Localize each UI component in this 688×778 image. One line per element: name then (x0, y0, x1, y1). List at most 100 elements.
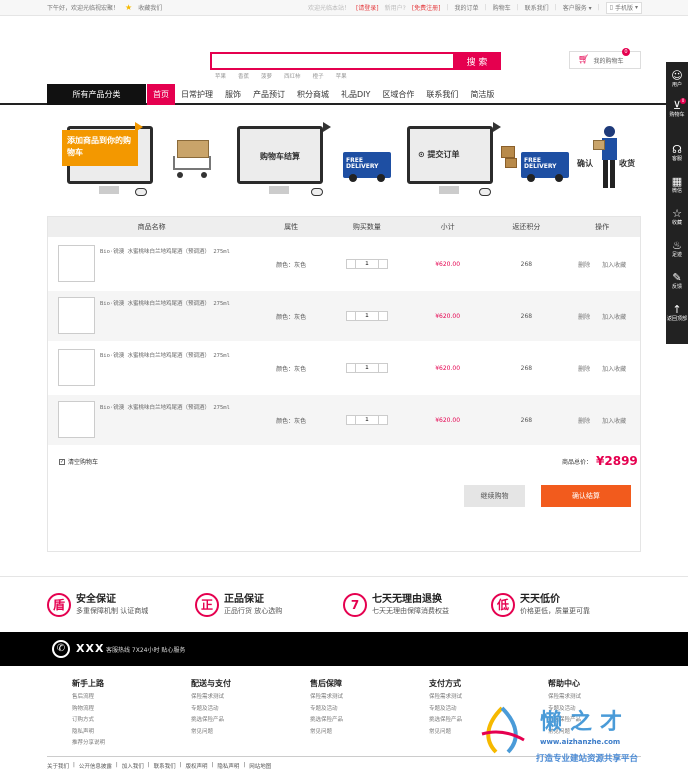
cart-link[interactable]: 购物车 (493, 3, 511, 12)
add-favorite-button[interactable]: 加入收藏 (602, 312, 626, 321)
nav-item-points-mall[interactable]: 积分商城 (291, 84, 335, 105)
nav-items: 首页 日常护理 服饰 产品预订 积分商城 礼品DIY 区域合作 联系我们 简洁版 (147, 84, 500, 105)
footer-link[interactable]: 购物流程 (72, 704, 191, 716)
clear-cart-control[interactable]: ✓ 清空购物车 (59, 457, 98, 466)
quantity-input[interactable] (355, 259, 378, 269)
nav-item-contact[interactable]: 联系我们 (420, 84, 464, 105)
mouse-icon (135, 188, 147, 196)
nav-item-daily-care[interactable]: 日常护理 (175, 84, 219, 105)
quantity-stepper (327, 363, 407, 373)
search-button[interactable]: 搜 索 (453, 52, 501, 70)
footer-link[interactable]: 保险需求测试 (191, 692, 310, 704)
my-orders-link[interactable]: 我的订单 (455, 3, 479, 12)
header-cart-button[interactable]: 🛒︎ 我的购物车 0 (569, 48, 641, 69)
sidebar-back-to-top[interactable]: ↑ 返回顶部 (666, 304, 688, 323)
increase-button[interactable] (377, 415, 388, 425)
total-label: 商品总价： (562, 458, 593, 466)
product-name[interactable]: Bio·锐澳 水蜜桃味白兰地鸡尾酒（预调酒） 275ml (100, 247, 230, 255)
product-name[interactable]: Bio·锐澳 水蜜桃味白兰地鸡尾酒（预调酒） 275ml (100, 299, 230, 307)
nav-item-preorder[interactable]: 产品预订 (247, 84, 291, 105)
delete-button[interactable]: 删除 (578, 364, 590, 373)
footer-link[interactable]: 隐私声明 (72, 727, 191, 739)
hot-keyword[interactable]: 菠萝 (261, 72, 272, 80)
add-favorite-button[interactable]: 加入收藏 (602, 364, 626, 373)
footer-bottom-link[interactable]: 隐私声明 (217, 762, 239, 770)
guarantee-item: 7 七天无理由退换 七天无理由保障消费权益 (343, 593, 449, 617)
increase-button[interactable] (377, 363, 388, 373)
hot-keyword[interactable]: 苹果 (336, 72, 347, 80)
mobile-link[interactable]: ▯ 手机版 ▾ (605, 1, 642, 14)
product-image[interactable] (58, 401, 95, 438)
nav-item-home[interactable]: 首页 (147, 84, 175, 105)
table-header: 商品名称 属性 购买数量 小计 返还积分 操作 (48, 217, 640, 237)
nav-item-gift-diy[interactable]: 礼品DIY (335, 84, 376, 105)
hot-keyword[interactable]: 西红柿 (284, 72, 301, 80)
clear-cart-checkbox[interactable]: ✓ (59, 458, 65, 465)
product-name[interactable]: Bio·锐澳 水蜜桃味白兰地鸡尾酒（预调酒） 275ml (100, 403, 230, 411)
nav-item-apparel[interactable]: 服饰 (219, 84, 247, 105)
quantity-input[interactable] (355, 415, 378, 425)
product-name[interactable]: Bio·锐澳 水蜜桃味白兰地鸡尾酒（预调酒） 275ml (100, 351, 230, 359)
qrcode-icon: ▦ (671, 175, 683, 188)
register-link[interactable]: [免费注册] (412, 3, 441, 12)
continue-shopping-button[interactable]: 继续购物 (464, 485, 525, 507)
hot-keyword[interactable]: 苹果 (215, 72, 226, 80)
product-image[interactable] (58, 297, 95, 334)
quantity-input[interactable] (355, 363, 378, 373)
wheel (527, 174, 535, 182)
sidebar-label: 购物车 (669, 112, 685, 118)
sidebar-feedback[interactable]: ✎ 反馈 (666, 272, 688, 291)
footer-link[interactable]: 售后流程 (72, 692, 191, 704)
hot-keyword[interactable]: 橙子 (313, 72, 324, 80)
low-price-icon: 低 (491, 593, 515, 617)
checkout-button[interactable]: 确认结算 (541, 485, 631, 507)
footer-bottom-link[interactable]: 加入我们 (122, 762, 144, 770)
all-categories-button[interactable]: 所有产品分类 (47, 84, 146, 105)
favorite-link[interactable]: 收藏我们 (138, 3, 162, 12)
footer-link[interactable]: 推荐分享说明 (72, 738, 191, 750)
sidebar-footprint[interactable]: ♨ 足迹 (666, 240, 688, 259)
sidebar-cart[interactable]: ⊻ 0 购物车 (666, 98, 688, 119)
footer-link[interactable]: 订购方式 (72, 715, 191, 727)
decrease-button[interactable] (345, 415, 356, 425)
add-favorite-button[interactable]: 加入收藏 (602, 260, 626, 269)
delete-button[interactable]: 删除 (578, 416, 590, 425)
product-image[interactable] (58, 245, 95, 282)
decrease-button[interactable] (345, 259, 356, 269)
footer-link[interactable]: 常见问题 (191, 727, 310, 739)
footer-link[interactable]: 挑选保险产品 (310, 715, 429, 727)
decrease-button[interactable] (345, 363, 356, 373)
delete-button[interactable]: 删除 (578, 312, 590, 321)
contact-link[interactable]: 联系我们 (525, 3, 549, 12)
increase-button[interactable] (377, 259, 388, 269)
row-actions: 删除 加入收藏 (564, 312, 640, 321)
sidebar-service[interactable]: ☊ 客服 (666, 144, 688, 163)
footer-bottom-link[interactable]: 联系我们 (154, 762, 176, 770)
nav-item-simple[interactable]: 简洁版 (464, 84, 500, 105)
footer-link[interactable]: 保险需求测试 (310, 692, 429, 704)
nav-item-regional[interactable]: 区域合作 (376, 84, 420, 105)
footer-link[interactable]: 专题及活动 (310, 704, 429, 716)
sidebar-wechat[interactable]: ▦ 微信 (666, 176, 688, 195)
footer-link[interactable]: 常见问题 (310, 727, 429, 739)
footer-bottom-link[interactable]: 版权声明 (186, 762, 208, 770)
increase-button[interactable] (377, 311, 388, 321)
quantity-input[interactable] (355, 311, 378, 321)
divider: | (115, 762, 118, 768)
footer-link[interactable]: 挑选保险产品 (191, 715, 310, 727)
divider: | (211, 762, 214, 768)
login-link[interactable]: [请登录] (356, 3, 379, 12)
delete-button[interactable]: 删除 (578, 260, 590, 269)
add-favorite-button[interactable]: 加入收藏 (602, 416, 626, 425)
service-dropdown[interactable]: 客户服务 ▾ (563, 3, 592, 12)
search-input[interactable] (210, 52, 453, 70)
footer-link[interactable]: 专题及活动 (191, 704, 310, 716)
footer-bottom-link[interactable]: 公开信息披露 (79, 762, 112, 770)
sidebar-user[interactable]: ☺ 用户 (666, 70, 688, 89)
hot-keyword[interactable]: 香蕉 (238, 72, 249, 80)
decrease-button[interactable] (345, 311, 356, 321)
footer-bottom-link[interactable]: 关于我们 (47, 762, 69, 770)
product-image[interactable] (58, 349, 95, 386)
sidebar-favorite[interactable]: ☆ 收藏 (666, 208, 688, 227)
footer-bottom-link[interactable]: 网站地图 (249, 762, 271, 770)
